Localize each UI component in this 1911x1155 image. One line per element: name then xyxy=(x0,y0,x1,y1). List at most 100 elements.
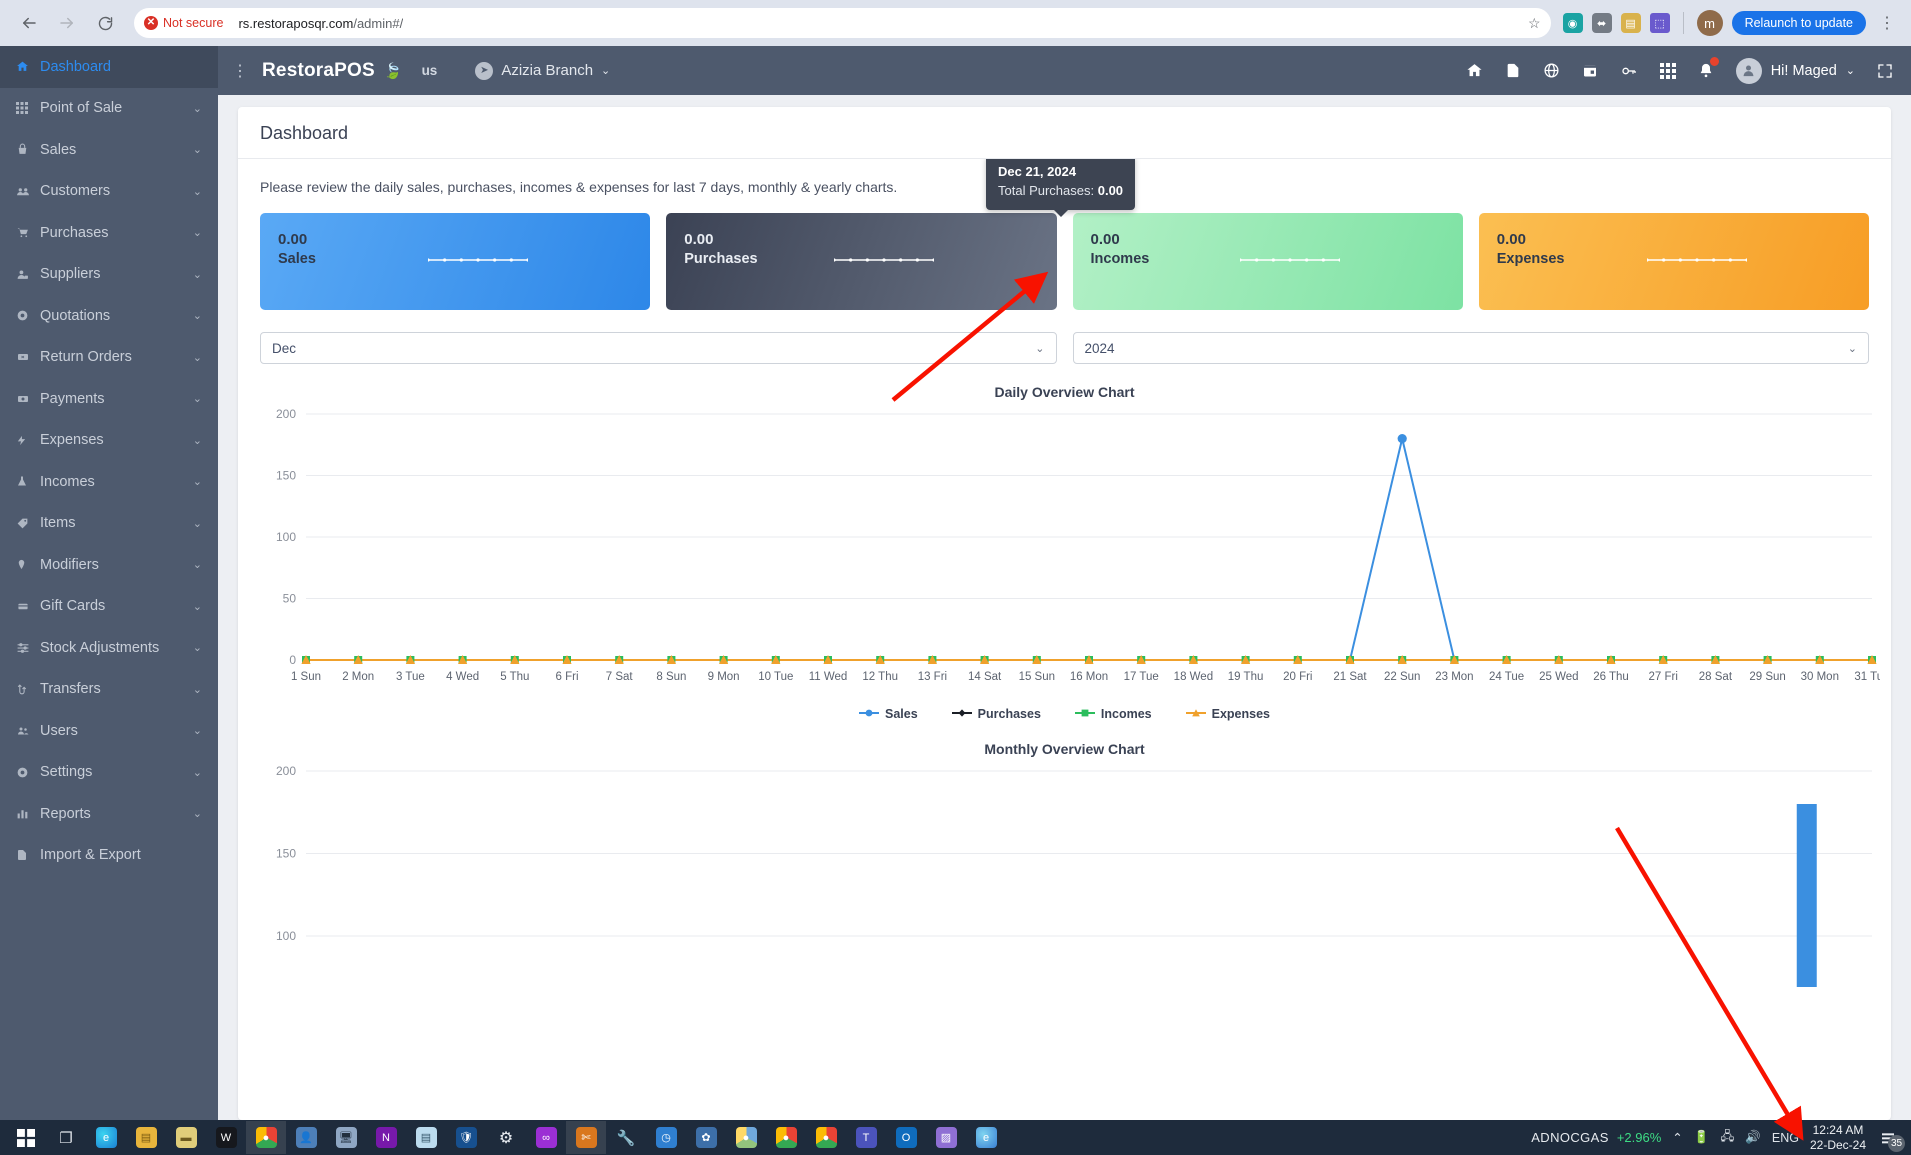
sidebar-toggle-button[interactable]: ⋮ xyxy=(218,61,262,81)
monthly-chart-svg[interactable]: 100 150 200 xyxy=(260,757,1880,1120)
edge-browser-icon[interactable]: e xyxy=(86,1121,126,1154)
file-explorer-icon[interactable]: ▤ xyxy=(126,1121,166,1154)
relaunch-update-button[interactable]: Relaunch to update xyxy=(1731,11,1866,35)
windows-start-icon[interactable] xyxy=(6,1121,46,1154)
clock-icon[interactable]: ◷ xyxy=(646,1121,686,1154)
legend-item-expenses[interactable]: Expenses xyxy=(1185,707,1270,721)
outlook-icon[interactable]: O xyxy=(886,1121,926,1154)
volume-icon[interactable]: 🔊 xyxy=(1745,1130,1761,1145)
extension-gold-icon[interactable]: ▤ xyxy=(1620,13,1641,33)
notepad-icon[interactable]: ▤ xyxy=(406,1121,446,1154)
contacts-app-icon[interactable]: 👤 xyxy=(286,1121,326,1154)
calendar-icon[interactable] xyxy=(1582,62,1598,79)
legend-item-incomes[interactable]: Incomes xyxy=(1074,707,1152,721)
sidebar-item-customers[interactable]: Customers ⌄ xyxy=(0,171,218,213)
forward-button[interactable] xyxy=(50,6,84,40)
bitwarden-icon[interactable]: 🛡 xyxy=(446,1121,486,1154)
sidebar-item-sales[interactable]: Sales ⌄ xyxy=(0,129,218,171)
stat-card-expenses[interactable]: 0.00 Expenses xyxy=(1478,213,1869,310)
sidebar-item-transfers[interactable]: Transfers ⌄ xyxy=(0,669,218,711)
cart-icon xyxy=(16,226,40,239)
sidebar-item-import-export[interactable]: Import & Export xyxy=(0,835,218,877)
sidebar-item-settings[interactable]: Settings ⌄ xyxy=(0,752,218,794)
month-select[interactable]: Dec ⌄ xyxy=(260,332,1057,364)
globe-icon[interactable] xyxy=(1543,62,1560,79)
sidebar-item-label: Modifiers xyxy=(40,556,99,573)
daily-chart[interactable]: 0 50 100 150 200 1 Sun 2 Mon 3 Tue 4 Wed 5 Thu 6 F… xyxy=(260,400,1890,705)
pinwheel-icon[interactable]: ✿ xyxy=(686,1121,726,1154)
security-indicator[interactable]: ✕ Not secure xyxy=(140,14,233,32)
stock-ticker[interactable]: ADNOCGAS +2.96% xyxy=(1531,1130,1661,1145)
sidebar-item-items[interactable]: Items ⌄ xyxy=(0,503,218,545)
figma-icon[interactable]: ∞ xyxy=(526,1121,566,1154)
sidebar-item-reports[interactable]: Reports ⌄ xyxy=(0,793,218,835)
wrench-icon[interactable]: 🔧 xyxy=(606,1121,646,1154)
tray-chevron-icon[interactable]: ⌃ xyxy=(1672,1130,1682,1145)
legend-item-purchases[interactable]: Purchases xyxy=(951,707,1041,721)
sidebar-item-purchases[interactable]: Purchases ⌄ xyxy=(0,212,218,254)
chevron-down-icon: ⌄ xyxy=(192,476,202,489)
user-menu[interactable]: Hi! Maged ⌄ xyxy=(1735,57,1855,84)
chrome-browser-icon-2[interactable]: ● xyxy=(766,1121,806,1154)
onenote-icon[interactable]: N xyxy=(366,1121,406,1154)
cash-icon[interactable]: ▬ xyxy=(166,1121,206,1154)
chrome-canary-icon[interactable]: ● xyxy=(806,1121,846,1154)
clock[interactable]: 12:24 AM 22-Dec-24 xyxy=(1810,1123,1866,1153)
year-select[interactable]: 2024 ⌄ xyxy=(1072,332,1869,364)
supplier-icon xyxy=(16,268,40,281)
sidebar-item-point-of-sale[interactable]: Point of Sale ⌄ xyxy=(0,88,218,130)
sidebar-item-suppliers[interactable]: Suppliers ⌄ xyxy=(0,254,218,296)
stat-card-purchases[interactable]: 0.00 Purchases xyxy=(666,213,1057,310)
monthly-chart[interactable]: 100 150 200 xyxy=(260,757,1872,1120)
network-icon[interactable]: 🖧 xyxy=(1720,1127,1734,1148)
legend-label: Purchases xyxy=(977,707,1041,721)
sidebar-item-gift-cards[interactable]: Gift Cards ⌄ xyxy=(0,586,218,628)
stat-card-incomes[interactable]: 0.00 Incomes xyxy=(1072,213,1463,310)
back-button[interactable] xyxy=(12,6,46,40)
battery-icon[interactable]: 🔋 xyxy=(1694,1130,1710,1145)
remote-desktop-icon[interactable]: 🖥 xyxy=(326,1121,366,1154)
extension-purple-icon[interactable]: ⬚ xyxy=(1649,13,1670,33)
extension-grey-icon[interactable]: ⬌ xyxy=(1591,13,1612,33)
stat-card-sales[interactable]: 0.00 Sales xyxy=(260,213,651,310)
chrome-browser-icon[interactable]: ● xyxy=(246,1121,286,1154)
browser-menu-button[interactable]: ⋮ xyxy=(1875,13,1899,33)
sidebar-item-payments[interactable]: Payments ⌄ xyxy=(0,378,218,420)
sidebar-item-stock-adjustments[interactable]: Stock Adjustments ⌄ xyxy=(0,627,218,669)
legend-item-sales[interactable]: Sales xyxy=(859,707,918,721)
settings-gear-icon[interactable]: ⚙ xyxy=(486,1121,526,1154)
sidebar-item-return-orders[interactable]: Return Orders ⌄ xyxy=(0,337,218,379)
sidebar-item-incomes[interactable]: Incomes ⌄ xyxy=(0,461,218,503)
grid-apps-icon[interactable] xyxy=(1659,62,1676,79)
photos-icon[interactable]: ▨ xyxy=(926,1121,966,1154)
key-icon[interactable] xyxy=(1620,63,1638,79)
task-view-icon[interactable]: ❐ xyxy=(46,1121,86,1154)
sidebar-item-dashboard[interactable]: Dashboard xyxy=(0,46,218,88)
address-bar[interactable]: ✕ Not secure rs.restoraposqr.com/admin#/… xyxy=(134,8,1551,38)
sidebar-item-expenses[interactable]: Expenses ⌄ xyxy=(0,420,218,462)
reload-button[interactable] xyxy=(88,6,122,40)
bell-icon[interactable] xyxy=(1698,55,1721,79)
fullscreen-expand-icon[interactable] xyxy=(1877,63,1893,79)
notification-icon[interactable]: 35 xyxy=(1877,1127,1905,1152)
sparkline-sales xyxy=(427,258,528,262)
bar-chart-icon xyxy=(16,807,40,820)
profile-avatar[interactable]: m xyxy=(1696,10,1723,36)
daily-chart-svg[interactable]: 0 50 100 150 200 1 Sun 2 Mon 3 Tue 4 Wed 5 Thu 6 F… xyxy=(260,400,1890,700)
edge-dev-icon[interactable]: e xyxy=(966,1121,1006,1154)
sidebar-item-users[interactable]: Users ⌄ xyxy=(0,710,218,752)
home-icon[interactable] xyxy=(1466,62,1483,79)
sidebar-item-quotations[interactable]: Quotations ⌄ xyxy=(0,295,218,337)
keyboard-language[interactable]: ENG xyxy=(1772,1131,1799,1145)
language-indicator[interactable]: us xyxy=(422,63,438,78)
branch-selector[interactable]: ➤ Azizia Branch ⌄ xyxy=(475,61,610,80)
teams-icon[interactable]: T xyxy=(846,1121,886,1154)
chevron-down-icon: ⌄ xyxy=(192,393,202,406)
snipping-tool-icon[interactable]: ✄ xyxy=(566,1121,606,1154)
wondershare-icon[interactable]: W xyxy=(206,1121,246,1154)
extension-teal-icon[interactable]: ◉ xyxy=(1562,13,1583,33)
sidebar-item-modifiers[interactable]: Modifiers ⌄ xyxy=(0,544,218,586)
file-icon[interactable] xyxy=(1505,62,1521,79)
chrome-dev-icon[interactable]: ● xyxy=(726,1121,766,1154)
bookmark-star-icon[interactable]: ☆ xyxy=(1528,15,1541,32)
